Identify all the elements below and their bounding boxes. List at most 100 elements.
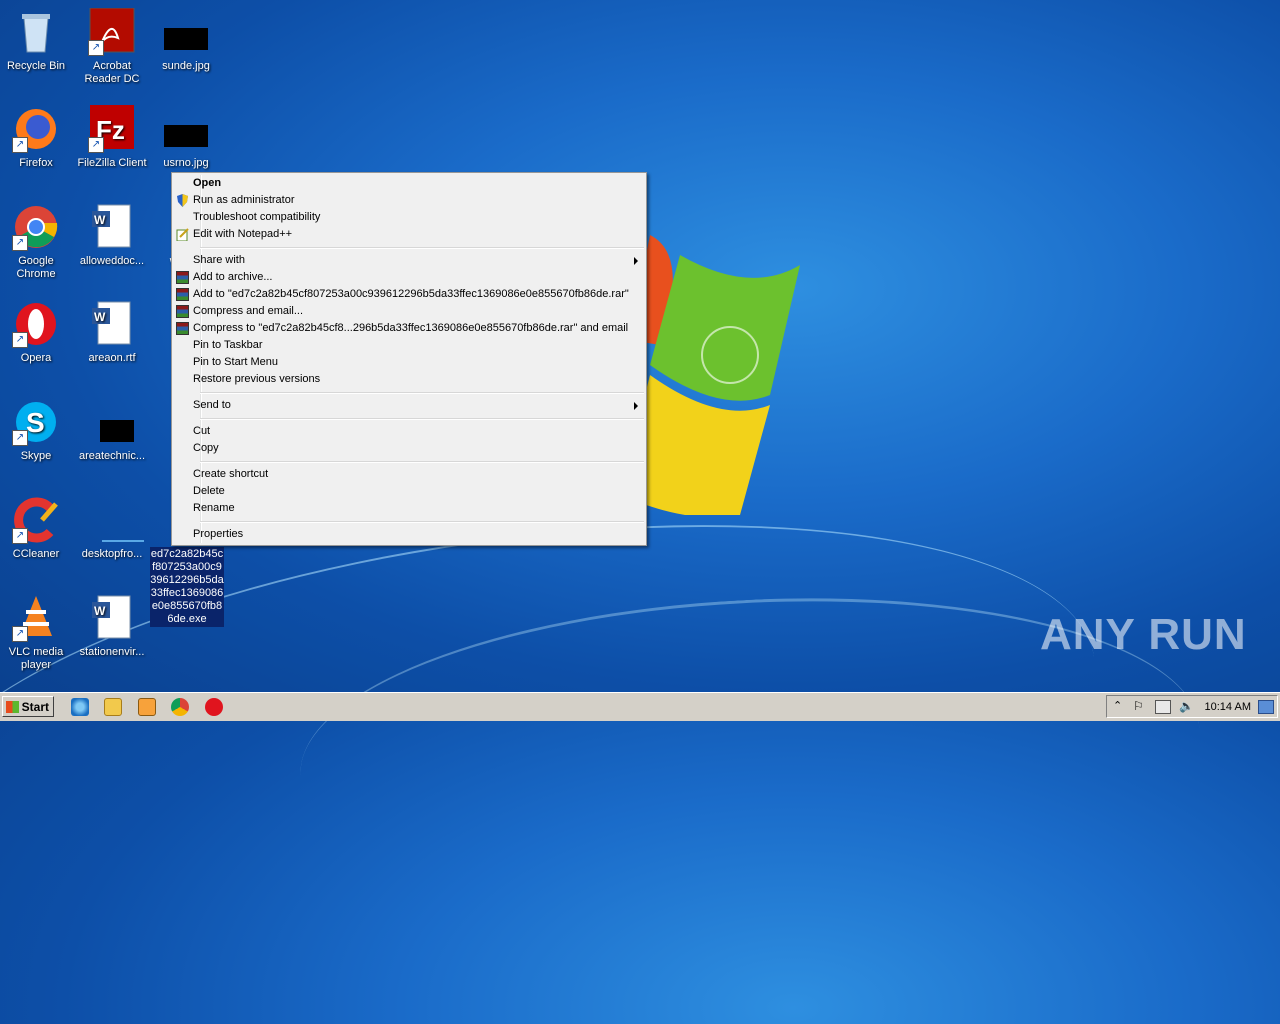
menu-item-label: Delete: [193, 485, 225, 497]
menu-item-run-as-administrator[interactable]: Run as administrator: [174, 192, 644, 209]
menu-separator: [200, 418, 644, 420]
filezilla-icon[interactable]: Fz ↗ FileZilla Client: [76, 105, 148, 170]
alloweddoc-icon[interactable]: W alloweddoc...: [76, 203, 148, 268]
menu-item-edit-with-notepadpp[interactable]: Edit with Notepad++: [174, 226, 644, 243]
menu-item-rename[interactable]: Rename: [174, 500, 644, 517]
icon-label: VLC media player: [8, 646, 64, 671]
winrar-icon: [176, 305, 189, 318]
acrobat-reader-icon[interactable]: ↗ Acrobat Reader DC: [76, 7, 148, 86]
sunde-jpg-icon[interactable]: sunde.jpg: [150, 8, 222, 73]
anyrun-watermark: ANY RUN: [1040, 610, 1247, 660]
shortcut-arrow-icon: ↗: [12, 528, 28, 544]
internet-explorer-icon[interactable]: [71, 698, 89, 716]
icon-label: CCleaner: [12, 548, 60, 560]
menu-item-label: Run as administrator: [193, 194, 295, 206]
menu-item-label: Open: [193, 177, 222, 189]
shortcut-arrow-icon: ↗: [88, 40, 104, 56]
menu-item-delete[interactable]: Delete: [174, 483, 644, 500]
menu-item-restore-previous-versions[interactable]: Restore previous versions: [174, 371, 644, 388]
chrome-icon[interactable]: [171, 698, 189, 716]
menu-item-pin-to-taskbar[interactable]: Pin to Taskbar: [174, 337, 644, 354]
svg-text:S: S: [26, 407, 45, 438]
menu-item-pin-to-start-menu[interactable]: Pin to Start Menu: [174, 354, 644, 371]
clock[interactable]: 10:14 AM: [1205, 701, 1251, 713]
watermark-text: ANY RUN: [1040, 610, 1247, 659]
start-label: Start: [21, 700, 49, 714]
menu-item-open[interactable]: Open: [174, 175, 644, 192]
menu-item-label: Edit with Notepad++: [193, 228, 293, 240]
icon-label: stationenvir...: [79, 646, 145, 658]
desktopfro-icon[interactable]: desktopfro...: [76, 496, 148, 561]
menu-item-copy[interactable]: Copy: [174, 440, 644, 457]
vlc-icon[interactable]: ↗ VLC media player: [0, 594, 72, 672]
icon-label: Skype: [20, 450, 52, 462]
opera-icon[interactable]: ↗ Opera: [0, 300, 72, 365]
menu-item-create-shortcut[interactable]: Create shortcut: [174, 466, 644, 483]
submenu-arrow-icon: [634, 402, 638, 410]
menu-item-label: Properties: [193, 528, 244, 540]
menu-item-label: Add to archive...: [193, 271, 273, 283]
shortcut-arrow-icon: ↗: [12, 332, 28, 348]
icon-label: areatechnic...: [78, 450, 146, 462]
shortcut-arrow-icon: ↗: [12, 626, 28, 642]
firefox-icon[interactable]: ↗ Firefox: [0, 105, 72, 170]
menu-separator: [200, 461, 644, 463]
show-hidden-icons-icon[interactable]: ⌃: [1113, 699, 1122, 712]
icon-label: Recycle Bin: [6, 60, 66, 72]
menu-item-share-with[interactable]: Share with: [174, 252, 644, 269]
menu-item-compress-and-email[interactable]: Compress and email...: [174, 303, 644, 320]
menu-item-add-to-rar[interactable]: Add to "ed7c2a82b45cf807253a00c939612296…: [174, 286, 644, 303]
system-tray: ⌃ ⚐ 🔈 10:14 AM: [1106, 695, 1278, 718]
icon-label: alloweddoc...: [79, 255, 145, 267]
icon-label: sunde.jpg: [162, 60, 210, 72]
menu-item-troubleshoot-compatibility[interactable]: Troubleshoot compatibility: [174, 209, 644, 226]
menu-separator: [200, 247, 644, 249]
media-player-icon[interactable]: [138, 698, 156, 716]
action-center-flag-icon[interactable]: ⚐: [1133, 699, 1144, 713]
volume-icon[interactable]: 🔈: [1179, 699, 1194, 713]
icon-label: Opera: [20, 352, 52, 364]
icon-label: Acrobat Reader DC: [84, 60, 140, 85]
selected-file-label[interactable]: ed7c2a82b45cf807253a00c939612296b5da33ff…: [150, 547, 224, 627]
menu-item-compress-to-rar-and-email[interactable]: Compress to "ed7c2a82b45cf8...296b5da33f…: [174, 320, 644, 337]
ccleaner-icon[interactable]: ↗ CCleaner: [0, 496, 72, 561]
google-chrome-icon[interactable]: ↗ Google Chrome: [0, 203, 72, 281]
winrar-icon: [176, 322, 189, 335]
skype-icon[interactable]: S ↗ Skype: [0, 398, 72, 463]
menu-item-send-to[interactable]: Send to: [174, 397, 644, 414]
icon-label: Google Chrome: [16, 255, 56, 280]
menu-item-label: Troubleshoot compatibility: [193, 211, 321, 223]
menu-item-label: Create shortcut: [193, 468, 269, 480]
menu-item-label: Restore previous versions: [193, 373, 321, 385]
menu-item-cut[interactable]: Cut: [174, 423, 644, 440]
menu-item-label: Send to: [193, 399, 231, 411]
menu-separator: [200, 392, 644, 394]
menu-item-label: Add to "ed7c2a82b45cf807253a00c939612296…: [193, 288, 629, 300]
selected-file-name: ed7c2a82b45cf807253a00c939612296b5da33ff…: [150, 548, 224, 625]
icon-label: areaon.rtf: [88, 352, 136, 364]
menu-item-label: Copy: [193, 442, 219, 454]
icon-label: FileZilla Client: [77, 157, 147, 169]
areatechnic-icon[interactable]: areatechnic...: [76, 398, 148, 463]
stationenvir-icon[interactable]: W stationenvir...: [76, 594, 148, 659]
recycle-bin-icon[interactable]: Recycle Bin: [0, 8, 72, 73]
menu-item-label: Compress to "ed7c2a82b45cf8...296b5da33f…: [193, 322, 629, 334]
menu-separator: [200, 521, 644, 523]
menu-item-properties[interactable]: Properties: [174, 526, 644, 543]
menu-item-label: Share with: [193, 254, 245, 266]
start-button[interactable]: Start: [2, 696, 54, 717]
menu-item-add-to-archive[interactable]: Add to archive...: [174, 269, 644, 286]
network-icon[interactable]: [1155, 700, 1171, 714]
opera-icon[interactable]: [205, 698, 223, 716]
svg-text:W: W: [94, 604, 106, 618]
explorer-icon[interactable]: [104, 698, 122, 716]
uac-shield-icon: [177, 194, 188, 207]
areaon-rtf-icon[interactable]: W areaon.rtf: [76, 300, 148, 365]
shortcut-arrow-icon: ↗: [88, 137, 104, 153]
context-menu: Open Run as administrator Troubleshoot c…: [171, 172, 647, 546]
usrno-jpg-icon[interactable]: usrno.jpg: [150, 105, 222, 170]
menu-item-label: Rename: [193, 502, 235, 514]
shortcut-arrow-icon: ↗: [12, 430, 28, 446]
show-desktop-button[interactable]: [1258, 700, 1274, 714]
svg-text:W: W: [94, 310, 106, 324]
